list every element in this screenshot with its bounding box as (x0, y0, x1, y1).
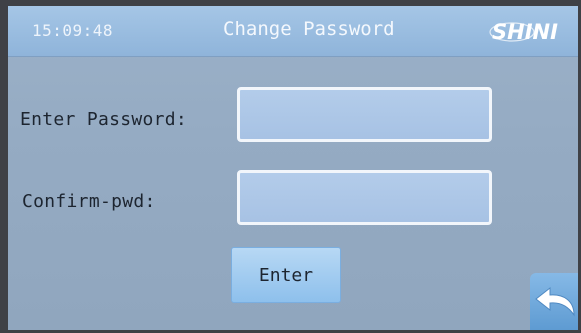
logo-text: SHINI (492, 20, 558, 44)
hmi-screen: 15:09:48 Change Password SHINI Enter Pas… (8, 6, 578, 330)
enter-button[interactable]: Enter (231, 247, 341, 303)
title-bar: 15:09:48 Change Password SHINI (8, 6, 578, 57)
clock: 15:09:48 (32, 21, 114, 40)
enter-password-label: Enter Password: (20, 109, 188, 130)
back-button[interactable] (530, 273, 578, 330)
confirm-password-field[interactable] (237, 170, 492, 225)
enter-password-field[interactable] (237, 87, 492, 142)
undo-arrow-icon (535, 286, 575, 317)
page-title: Change Password (223, 18, 395, 40)
confirm-password-label: Confirm-pwd: (22, 191, 156, 212)
shini-logo: SHINI (489, 20, 558, 44)
